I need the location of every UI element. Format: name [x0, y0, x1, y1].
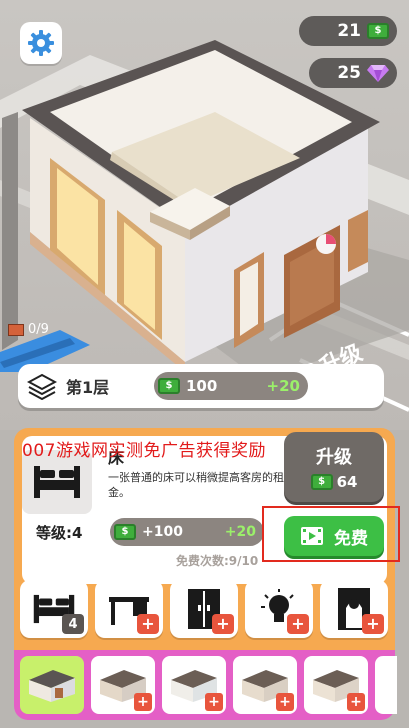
category-count-badge: 4 [62, 614, 84, 634]
cash-counter: 21 $ [299, 16, 397, 46]
upgrade-button-label: 升级 [316, 447, 352, 468]
add-badge: + [205, 693, 223, 711]
free-button-label: 免费 [334, 528, 368, 549]
upgrade-income-value: +100 [142, 524, 183, 540]
money-icon: $ [310, 474, 333, 490]
gem-amount: 25 [337, 63, 361, 83]
category-lamp[interactable]: + [245, 580, 313, 638]
house-thumb-2[interactable]: + [91, 656, 155, 714]
cash-amount: 21 [337, 21, 361, 41]
construction-progress: 0/9 [8, 322, 49, 337]
house-thumb-icon [29, 670, 75, 702]
category-bed[interactable]: 4 [20, 580, 88, 638]
house-thumb-5[interactable]: + [304, 656, 368, 714]
floor-income: $ 100 +20 [154, 372, 308, 400]
add-badge: + [287, 614, 309, 634]
item-description: 一张普通的床可以稍微提高客房的租金。 [108, 471, 284, 499]
upgrade-cost: $ 64 [310, 473, 358, 491]
house-thumb-3[interactable]: + [162, 656, 226, 714]
money-icon: $ [114, 524, 136, 540]
progress-text: 0/9 [28, 322, 49, 337]
money-icon: $ [367, 23, 389, 39]
floor-income-value: 100 [186, 377, 218, 395]
floor-label: 第1层 [66, 378, 110, 397]
add-badge: + [134, 693, 152, 711]
free-count: 免费次数:9/10 [176, 554, 259, 568]
category-wardrobe[interactable]: + [170, 580, 238, 638]
gem-counter: 25 [309, 58, 397, 88]
crate-icon [8, 323, 24, 336]
category-mirror[interactable]: + [320, 580, 388, 638]
add-badge: + [137, 614, 159, 634]
upgrade-income: $ +100 +20 [110, 518, 264, 546]
house-thumbnails: + + + + [20, 656, 397, 714]
category-row: 4 + + + + [20, 580, 388, 638]
bed-icon [34, 466, 80, 498]
floor-income-plus: +20 [266, 377, 300, 395]
house-thumb-1[interactable] [20, 656, 84, 714]
floor-bar[interactable]: 第1层 $ 100 +20 [18, 364, 384, 408]
layers-icon[interactable] [18, 372, 66, 400]
money-icon: $ [158, 378, 180, 394]
gear-icon [28, 30, 54, 56]
upgrade-cost-value: 64 [336, 473, 358, 491]
add-badge: + [276, 693, 294, 711]
add-badge: + [347, 693, 365, 711]
settings-button[interactable] [20, 22, 62, 64]
promo-watermark: 007游戏网实测免广告获得奖励 [22, 441, 266, 461]
gem-icon [367, 65, 389, 82]
house-thumb-4[interactable]: + [233, 656, 297, 714]
house-thumb-partial[interactable] [375, 656, 397, 714]
free-button[interactable]: 免费 [284, 516, 384, 556]
category-desk[interactable]: + [95, 580, 163, 638]
add-badge: + [212, 614, 234, 634]
upgrade-income-plus: +20 [224, 524, 256, 540]
item-level: 等级:4 [36, 524, 83, 542]
video-icon [301, 527, 323, 545]
upgrade-button[interactable]: 升级 $ 64 [284, 432, 384, 502]
add-badge: + [362, 614, 384, 634]
